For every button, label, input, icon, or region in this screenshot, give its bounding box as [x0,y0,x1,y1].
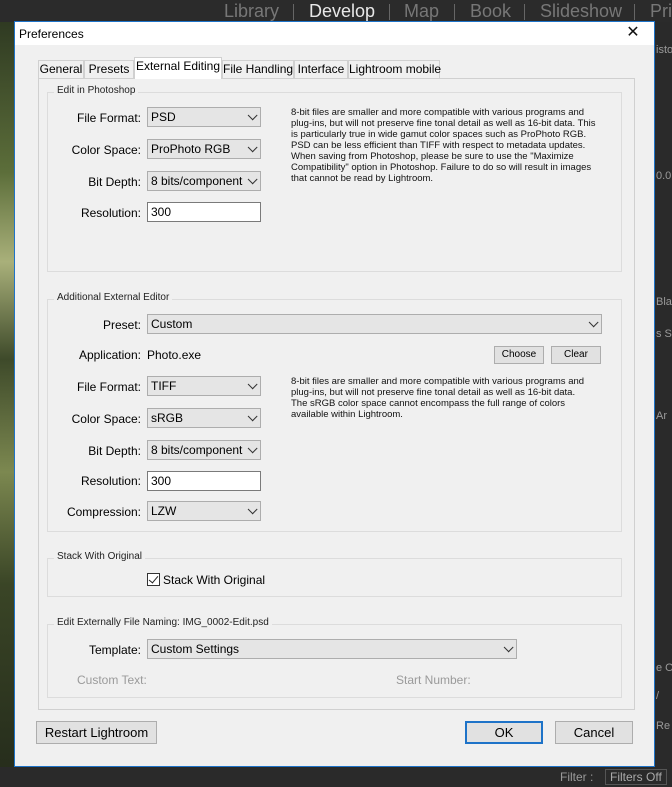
module-develop[interactable]: Develop [309,1,375,22]
ps-file-format-select[interactable]: PSD [147,107,261,127]
compression-select[interactable]: LZW [147,501,261,521]
ext-resolution-input[interactable]: 300 [147,471,261,491]
ext-bit-depth-value: 8 bits/component [151,443,243,457]
chevron-down-icon [247,379,258,390]
tab-presets[interactable]: Presets [84,60,134,79]
panel-fragment: Re [656,720,671,732]
ps-color-space-value: ProPhoto RGB [151,142,231,156]
chevron-down-icon [247,443,258,454]
chevron-down-icon [247,504,258,515]
file-format-label: File Format: [76,380,141,394]
preset-value: Custom [151,317,193,331]
color-space-label: Color Space: [71,412,141,426]
dialog-title: Preferences [19,27,84,41]
group-label: Additional External Editor [54,292,173,303]
title-bar: Preferences ✕ [15,22,654,45]
module-map[interactable]: Map [404,1,439,22]
custom-text-label: Custom Text: [77,673,147,687]
chevron-down-icon [503,642,514,653]
file-format-label: File Format: [76,111,141,125]
stack-with-original-label[interactable]: Stack With Original [163,573,265,587]
panel-fragment: s Sh [656,328,672,340]
panel-fragment: Ar [656,410,667,422]
template-value: Custom Settings [151,642,240,656]
close-button[interactable]: ✕ [618,23,648,45]
filter-select[interactable]: Filters Off [605,769,667,785]
module-separator [524,4,525,20]
preset-select[interactable]: Custom [147,314,602,334]
clear-button[interactable]: Clear [551,346,601,364]
module-library[interactable]: Library [224,1,279,22]
ps-description: 8-bit files are smaller and more compati… [291,107,596,184]
panel-fragment: Blac [656,296,672,308]
stack-with-original-group: Stack With Original [47,551,622,597]
panel-fragment: / [656,690,660,702]
tab-external-editing[interactable]: External Editing [134,57,222,79]
template-label: Template: [88,643,141,657]
template-select[interactable]: Custom Settings [147,639,517,659]
chevron-down-icon [247,411,258,422]
chevron-down-icon [247,174,258,185]
checkmark-icon [148,573,159,584]
stack-with-original-checkbox[interactable] [147,573,160,586]
tab-lightroom-mobile[interactable]: Lightroom mobile [348,60,441,79]
tab-interface[interactable]: Interface [294,60,348,79]
module-book[interactable]: Book [470,1,511,22]
application-value: Photo.exe [147,348,202,362]
ok-button[interactable]: OK [465,721,543,744]
ps-bit-depth-value: 8 bits/component [151,174,243,188]
module-separator [293,4,294,20]
panel-fragment: 0.0 [656,170,672,182]
restart-lightroom-button[interactable]: Restart Lightroom [36,721,157,744]
bit-depth-label: Bit Depth: [88,444,141,458]
color-space-label: Color Space: [71,143,141,157]
ps-resolution-input[interactable]: 300 [147,202,261,222]
module-separator [389,4,390,20]
filmstrip-bar: Filter : Filters Off [0,767,672,787]
right-panel: isto 0.0 Blac s Sh Ar / e O Re [652,22,672,787]
close-icon: ✕ [626,24,640,41]
ps-color-space-select[interactable]: ProPhoto RGB [147,139,261,159]
compression-value: LZW [151,504,177,518]
resolution-label: Resolution: [80,474,141,488]
chevron-down-icon [247,142,258,153]
resolution-label: Resolution: [80,206,141,220]
choose-button[interactable]: Choose [494,346,544,364]
group-label: Edit Externally File Naming: IMG_0002-Ed… [54,617,272,628]
ext-file-format-value: TIFF [151,379,177,393]
start-number-label: Start Number: [396,673,471,687]
application-label: Application: [78,348,141,362]
preset-label: Preset: [102,318,141,332]
chevron-down-icon [247,110,258,121]
ext-color-space-value: sRGB [151,411,184,425]
panel-fragment: isto [656,44,672,56]
group-label: Edit in Photoshop [54,85,139,96]
module-print[interactable]: Pri [650,1,672,22]
tab-general[interactable]: General [38,60,84,79]
lightroom-module-bar: Library Develop Map Book Slideshow Pri [0,0,672,22]
module-separator [634,4,635,20]
ext-color-space-select[interactable]: sRGB [147,408,261,428]
ps-bit-depth-select[interactable]: 8 bits/component [147,171,261,191]
ps-file-format-value: PSD [151,110,176,124]
panel-fragment: e O [656,662,672,674]
bit-depth-label: Bit Depth: [88,175,141,189]
group-label: Stack With Original [54,551,146,562]
ext-file-format-select[interactable]: TIFF [147,376,261,396]
module-slideshow[interactable]: Slideshow [540,1,622,22]
cancel-button[interactable]: Cancel [555,721,633,744]
module-separator [454,4,455,20]
ext-description: 8-bit files are smaller and more compati… [291,376,585,420]
ext-bit-depth-select[interactable]: 8 bits/component [147,440,261,460]
chevron-down-icon [588,317,599,328]
tab-file-handling[interactable]: File Handling [222,60,294,79]
filter-label: Filter : [560,770,594,784]
compression-label: Compression: [66,505,141,519]
